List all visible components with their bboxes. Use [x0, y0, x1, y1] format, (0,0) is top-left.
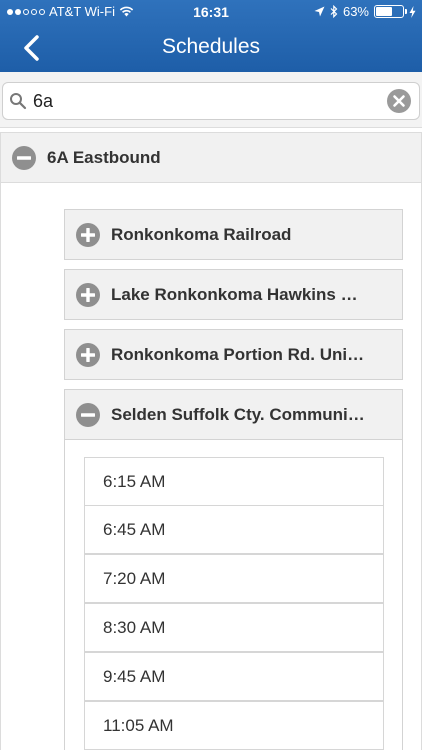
- search-bar: [0, 72, 422, 128]
- time-row[interactable]: 11:05 AM: [84, 701, 384, 750]
- time-row[interactable]: 9:45 AM: [84, 652, 384, 701]
- status-right: 63%: [314, 4, 416, 19]
- stop-item-ronkonkoma-railroad[interactable]: Ronkonkoma Railroad: [64, 209, 403, 260]
- stop-item-selden-suffolk[interactable]: Selden Suffolk Cty. Communi…: [64, 389, 403, 440]
- time-row[interactable]: 8:30 AM: [84, 603, 384, 652]
- time-label: 9:45 AM: [103, 667, 166, 686]
- stop-label: Ronkonkoma Railroad: [111, 225, 292, 244]
- time-row[interactable]: 7:20 AM: [84, 554, 384, 603]
- time-label: 8:30 AM: [103, 618, 166, 637]
- page-title: Schedules: [161, 35, 261, 58]
- time-row[interactable]: 6:45 AM: [84, 505, 384, 554]
- clear-search-button[interactable]: [387, 89, 411, 113]
- nav-bar: Schedules: [0, 24, 422, 72]
- stop-label: Selden Suffolk Cty. Communi…: [111, 405, 365, 424]
- time-label: 11:05 AM: [103, 716, 174, 735]
- top-bar: AT&T Wi-Fi 16:31 63% Schedules: [0, 0, 422, 72]
- expand-plus-icon: [76, 223, 100, 247]
- status-bar: AT&T Wi-Fi 16:31 63%: [0, 0, 422, 24]
- charging-bolt-icon: [409, 5, 416, 18]
- search-box[interactable]: [2, 82, 420, 120]
- clear-icon: [387, 89, 411, 113]
- expand-plus-icon: [76, 343, 100, 367]
- route-title: 6A Eastbound: [47, 148, 161, 167]
- location-arrow-icon: [314, 6, 325, 17]
- collapse-minus-icon: [12, 146, 36, 170]
- bluetooth-icon: [330, 5, 338, 18]
- schedule-times-list: 6:15 AM 6:45 AM 7:20 AM 8:30 AM 9:45 AM …: [64, 438, 403, 750]
- route-header[interactable]: 6A Eastbound: [1, 133, 421, 183]
- expand-plus-icon: [76, 283, 100, 307]
- search-input[interactable]: [33, 83, 383, 119]
- stop-item-ronkonkoma-portion-rd[interactable]: Ronkonkoma Portion Rd. Uni…: [64, 329, 403, 380]
- battery-icon: [374, 5, 407, 18]
- battery-percent: 63%: [342, 4, 369, 19]
- stop-label: Lake Ronkonkoma Hawkins …: [111, 285, 358, 304]
- time-label: 6:45 AM: [103, 520, 166, 539]
- collapse-minus-icon: [76, 403, 100, 427]
- stop-item-lake-ronkonkoma-hawkins[interactable]: Lake Ronkonkoma Hawkins …: [64, 269, 403, 320]
- search-icon: [10, 93, 27, 110]
- time-label: 7:20 AM: [103, 569, 166, 588]
- time-label: 6:15 AM: [103, 472, 166, 491]
- stop-label: Ronkonkoma Portion Rd. Uni…: [111, 345, 365, 364]
- time-row[interactable]: 6:15 AM: [84, 457, 384, 506]
